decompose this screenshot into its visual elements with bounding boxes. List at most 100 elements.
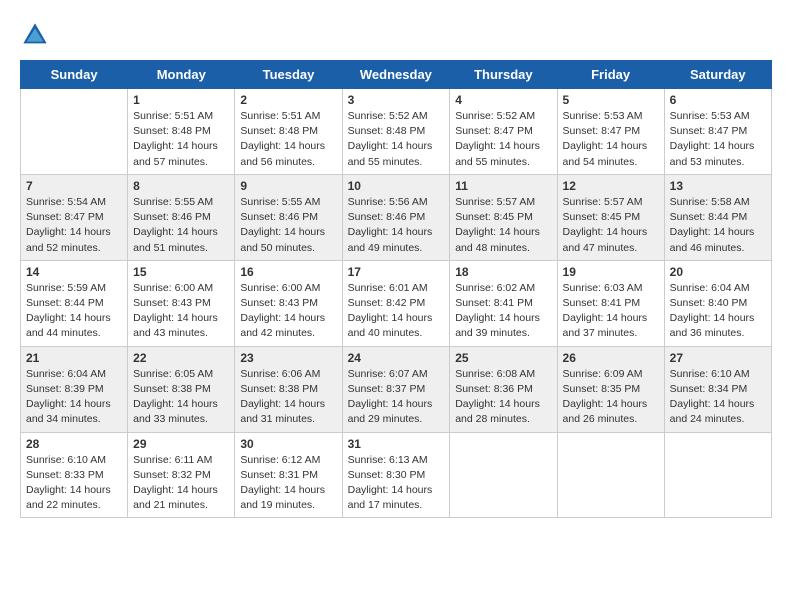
- day-info: Sunrise: 5:58 AM Sunset: 8:44 PM Dayligh…: [670, 195, 766, 256]
- calendar-cell: 26 Sunrise: 6:09 AM Sunset: 8:35 PM Dayli…: [557, 346, 664, 432]
- calendar-cell: 28 Sunrise: 6:10 AM Sunset: 8:33 PM Dayli…: [21, 432, 128, 518]
- day-number: 13: [670, 179, 766, 193]
- calendar-cell: 24Sunrise: 6:07 AM Sunset: 8:37 PM Dayli…: [342, 346, 450, 432]
- day-info: Sunrise: 5:57 AM Sunset: 8:45 PM Dayligh…: [455, 195, 551, 256]
- calendar-cell: 9 Sunrise: 5:55 AM Sunset: 8:46 PM Daylig…: [235, 174, 342, 260]
- day-info: Sunrise: 5:53 AM Sunset: 8:47 PM Dayligh…: [563, 109, 659, 170]
- day-number: 28: [26, 437, 122, 451]
- calendar-cell: 4Sunrise: 5:52 AM Sunset: 8:47 PM Daylig…: [450, 89, 557, 175]
- calendar-cell: 16Sunrise: 6:00 AM Sunset: 8:43 PM Dayli…: [235, 260, 342, 346]
- day-info: Sunrise: 6:04 AM Sunset: 8:39 PM Dayligh…: [26, 367, 122, 428]
- day-info: Sunrise: 5:52 AM Sunset: 8:48 PM Dayligh…: [348, 109, 445, 170]
- day-number: 11: [455, 179, 551, 193]
- day-number: 22: [133, 351, 229, 365]
- weekday-header: Thursday: [450, 61, 557, 89]
- day-info: Sunrise: 6:01 AM Sunset: 8:42 PM Dayligh…: [348, 281, 445, 342]
- calendar-cell: [664, 432, 771, 518]
- day-info: Sunrise: 5:55 AM Sunset: 8:46 PM Dayligh…: [240, 195, 336, 256]
- weekday-header: Tuesday: [235, 61, 342, 89]
- weekday-header: Sunday: [21, 61, 128, 89]
- day-number: 7: [26, 179, 122, 193]
- day-number: 19: [563, 265, 659, 279]
- calendar-week-row: 21 Sunrise: 6:04 AM Sunset: 8:39 PM Dayli…: [21, 346, 772, 432]
- calendar-cell: 8Sunrise: 5:55 AM Sunset: 8:46 PM Daylig…: [128, 174, 235, 260]
- calendar-cell: 25 Sunrise: 6:08 AM Sunset: 8:36 PM Dayli…: [450, 346, 557, 432]
- day-info: Sunrise: 5:53 AM Sunset: 8:47 PM Dayligh…: [670, 109, 766, 170]
- day-number: 15: [133, 265, 229, 279]
- day-info: Sunrise: 6:08 AM Sunset: 8:36 PM Dayligh…: [455, 367, 551, 428]
- calendar-cell: 29Sunrise: 6:11 AM Sunset: 8:32 PM Dayli…: [128, 432, 235, 518]
- day-info: Sunrise: 6:02 AM Sunset: 8:41 PM Dayligh…: [455, 281, 551, 342]
- day-info: Sunrise: 6:09 AM Sunset: 8:35 PM Dayligh…: [563, 367, 659, 428]
- calendar-week-row: 14 Sunrise: 5:59 AM Sunset: 8:44 PM Dayli…: [21, 260, 772, 346]
- day-number: 8: [133, 179, 229, 193]
- day-number: 5: [563, 93, 659, 107]
- calendar-cell: 20 Sunrise: 6:04 AM Sunset: 8:40 PM Dayli…: [664, 260, 771, 346]
- page-header: [20, 20, 772, 50]
- day-number: 10: [348, 179, 445, 193]
- calendar-cell: 1 Sunrise: 5:51 AM Sunset: 8:48 PM Daylig…: [128, 89, 235, 175]
- calendar-cell: [557, 432, 664, 518]
- day-number: 16: [240, 265, 336, 279]
- day-number: 1: [133, 93, 229, 107]
- calendar-cell: 21 Sunrise: 6:04 AM Sunset: 8:39 PM Dayli…: [21, 346, 128, 432]
- calendar-cell: 3 Sunrise: 5:52 AM Sunset: 8:48 PM Daylig…: [342, 89, 450, 175]
- day-number: 12: [563, 179, 659, 193]
- calendar-cell: 30Sunrise: 6:12 AM Sunset: 8:31 PM Dayli…: [235, 432, 342, 518]
- day-number: 18: [455, 265, 551, 279]
- calendar-cell: [21, 89, 128, 175]
- day-number: 24: [348, 351, 445, 365]
- calendar-cell: 10 Sunrise: 5:56 AM Sunset: 8:46 PM Dayli…: [342, 174, 450, 260]
- calendar-cell: 27Sunrise: 6:10 AM Sunset: 8:34 PM Dayli…: [664, 346, 771, 432]
- logo-icon: [20, 20, 50, 50]
- weekday-header: Friday: [557, 61, 664, 89]
- calendar-week-row: 1 Sunrise: 5:51 AM Sunset: 8:48 PM Daylig…: [21, 89, 772, 175]
- day-info: Sunrise: 6:13 AM Sunset: 8:30 PM Dayligh…: [348, 453, 445, 514]
- day-number: 26: [563, 351, 659, 365]
- day-number: 9: [240, 179, 336, 193]
- calendar-week-row: 28 Sunrise: 6:10 AM Sunset: 8:33 PM Dayli…: [21, 432, 772, 518]
- day-info: Sunrise: 5:57 AM Sunset: 8:45 PM Dayligh…: [563, 195, 659, 256]
- calendar-table: SundayMondayTuesdayWednesdayThursdayFrid…: [20, 60, 772, 518]
- weekday-header: Wednesday: [342, 61, 450, 89]
- calendar-cell: 7Sunrise: 5:54 AM Sunset: 8:47 PM Daylig…: [21, 174, 128, 260]
- weekday-header: Saturday: [664, 61, 771, 89]
- calendar-cell: 13 Sunrise: 5:58 AM Sunset: 8:44 PM Dayli…: [664, 174, 771, 260]
- day-number: 21: [26, 351, 122, 365]
- calendar-cell: [450, 432, 557, 518]
- calendar-cell: 23Sunrise: 6:06 AM Sunset: 8:38 PM Dayli…: [235, 346, 342, 432]
- day-number: 31: [348, 437, 445, 451]
- day-number: 23: [240, 351, 336, 365]
- calendar-cell: 18 Sunrise: 6:02 AM Sunset: 8:41 PM Dayli…: [450, 260, 557, 346]
- day-number: 20: [670, 265, 766, 279]
- calendar-cell: 14 Sunrise: 5:59 AM Sunset: 8:44 PM Dayli…: [21, 260, 128, 346]
- calendar-cell: 17Sunrise: 6:01 AM Sunset: 8:42 PM Dayli…: [342, 260, 450, 346]
- calendar-week-row: 7Sunrise: 5:54 AM Sunset: 8:47 PM Daylig…: [21, 174, 772, 260]
- day-info: Sunrise: 6:00 AM Sunset: 8:43 PM Dayligh…: [133, 281, 229, 342]
- calendar-cell: 22Sunrise: 6:05 AM Sunset: 8:38 PM Dayli…: [128, 346, 235, 432]
- day-number: 14: [26, 265, 122, 279]
- day-info: Sunrise: 6:10 AM Sunset: 8:33 PM Dayligh…: [26, 453, 122, 514]
- day-info: Sunrise: 5:56 AM Sunset: 8:46 PM Dayligh…: [348, 195, 445, 256]
- day-info: Sunrise: 5:59 AM Sunset: 8:44 PM Dayligh…: [26, 281, 122, 342]
- day-number: 3: [348, 93, 445, 107]
- calendar-cell: 2 Sunrise: 5:51 AM Sunset: 8:48 PM Daylig…: [235, 89, 342, 175]
- day-number: 4: [455, 93, 551, 107]
- day-number: 2: [240, 93, 336, 107]
- day-info: Sunrise: 6:10 AM Sunset: 8:34 PM Dayligh…: [670, 367, 766, 428]
- calendar-cell: 5 Sunrise: 5:53 AM Sunset: 8:47 PM Daylig…: [557, 89, 664, 175]
- day-number: 25: [455, 351, 551, 365]
- calendar-cell: 12 Sunrise: 5:57 AM Sunset: 8:45 PM Dayli…: [557, 174, 664, 260]
- day-number: 30: [240, 437, 336, 451]
- day-info: Sunrise: 5:51 AM Sunset: 8:48 PM Dayligh…: [240, 109, 336, 170]
- calendar-header-row: SundayMondayTuesdayWednesdayThursdayFrid…: [21, 61, 772, 89]
- calendar-cell: 19Sunrise: 6:03 AM Sunset: 8:41 PM Dayli…: [557, 260, 664, 346]
- calendar-cell: 11 Sunrise: 5:57 AM Sunset: 8:45 PM Dayli…: [450, 174, 557, 260]
- day-info: Sunrise: 5:51 AM Sunset: 8:48 PM Dayligh…: [133, 109, 229, 170]
- weekday-header: Monday: [128, 61, 235, 89]
- day-number: 29: [133, 437, 229, 451]
- calendar-cell: 15 Sunrise: 6:00 AM Sunset: 8:43 PM Dayli…: [128, 260, 235, 346]
- day-number: 6: [670, 93, 766, 107]
- day-info: Sunrise: 6:04 AM Sunset: 8:40 PM Dayligh…: [670, 281, 766, 342]
- calendar-cell: 6 Sunrise: 5:53 AM Sunset: 8:47 PM Daylig…: [664, 89, 771, 175]
